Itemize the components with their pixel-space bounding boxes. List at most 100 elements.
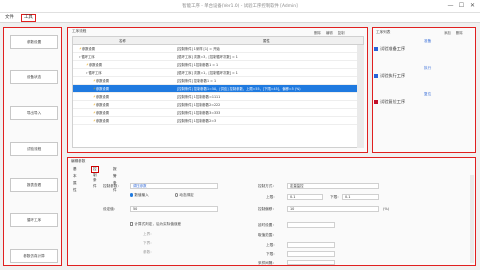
row-value: [控制条件] 1控制参数2=222 (177, 103, 221, 107)
row-name-text: 参数设置 (95, 119, 109, 123)
control-param-input[interactable]: 调压参数 (130, 183, 218, 189)
radio-icon (175, 193, 179, 197)
row-name-text: 参数设置 (95, 87, 109, 91)
menu-file[interactable]: 文件 (3, 14, 16, 22)
process-item-execute[interactable]: 试验执行工序 (374, 73, 405, 79)
menu-tools[interactable]: 工具 (21, 14, 36, 22)
delay-label: 延时设置： (258, 223, 276, 227)
sub-param-label: 参数： (143, 250, 154, 254)
lim-upper-input[interactable] (287, 242, 335, 248)
flow-toolbar: 删除 编辑 复制 (310, 30, 345, 35)
row-name: ⚡参数设置 (93, 77, 109, 85)
upper-label: 上限： (266, 195, 277, 199)
offset-input[interactable]: 10 (287, 206, 379, 212)
row-name-text: 参数设置 (95, 111, 109, 115)
process-item-prepare[interactable]: 试验准备工序 (374, 46, 405, 52)
setpoint-label: 设定值： (103, 207, 118, 211)
group-header-execute: 执行 (424, 66, 432, 70)
edit-panel-scrollbar[interactable] (470, 175, 474, 263)
row-name: ⚡参数设置 (93, 117, 109, 125)
sub-lower-label: 下界： (143, 241, 154, 245)
copy-button[interactable]: 复制 (338, 31, 345, 35)
title-bar: 智能工序 - 单台设备(Ver1.0) - 试验工序控制软件 [Admin] —… (0, 0, 480, 13)
simulation-button[interactable]: 参数仿真计算 (10, 249, 58, 263)
row-name-text: 参数设置 (81, 47, 95, 51)
item-square-icon (374, 47, 378, 51)
delete-button[interactable]: 删除 (314, 31, 321, 35)
tab-basic[interactable]: 基本属性 (72, 166, 78, 192)
mode-numeric[interactable]: 数值输入 (130, 193, 149, 198)
tab-control[interactable]: 控制条件 (91, 166, 99, 188)
table-row[interactable]: ▾ 循环工序 [循环工序] 次数=1，[控制循环次数] = 1 (73, 69, 363, 77)
range-label: 取值范围： (258, 233, 276, 237)
row-value: [控制条件] 控制参数1=50，[供应] 控制参数，上限=55，[下限=45]，… (177, 87, 301, 91)
flow-tree-grid: 名称 属性 ⚡参数设置 [控制条件] 1采样 [1] = 开始 ▾ 循环工序 [循环工… (72, 36, 364, 148)
row-name-text: 参数设置 (95, 95, 109, 99)
row-value: [控制条件] 控制参数1 = 1 (177, 79, 217, 83)
grid-scrollbar[interactable] (357, 45, 364, 148)
table-row[interactable]: ⚡参数设置 [控制条件] 控制参数1 = 1 (73, 77, 363, 85)
ctrl-mode-select[interactable]: 定量监控 (287, 183, 379, 189)
row-name: ▾ 循环工序 (86, 69, 102, 77)
import-export-button[interactable]: 导出导入 (10, 106, 58, 120)
row-name: ⚡参数设置 (93, 101, 109, 109)
offset-unit: (%) (383, 207, 390, 211)
lim-lower-input[interactable] (287, 251, 335, 257)
row-name-text: 参数设置 (95, 103, 109, 107)
col-attr-header: 属性 (263, 39, 270, 43)
formula-checkbox[interactable]: 计算式判定，后为实际值误差 (130, 222, 181, 227)
table-row[interactable]: ⚡参数设置 [控制条件] 控制参数1=50，[供应] 控制参数，上限=55，[下限… (73, 85, 363, 93)
row-name-text: 循环工序 (88, 71, 102, 75)
close-button[interactable]: ✕ (468, 2, 477, 10)
minimize-button[interactable]: — (446, 2, 455, 10)
upper-input[interactable]: 0.1 (287, 194, 323, 200)
row-name-text: 参数设置 (88, 63, 102, 67)
item-square-icon (374, 74, 378, 78)
item-square-icon (374, 100, 378, 104)
row-value: [控制条件] 1控制参数=1111 (177, 95, 221, 99)
row-name: ⚡参数设置 (93, 93, 109, 101)
offset-label: 控制偏移： (258, 207, 276, 211)
lower-input[interactable]: 0.1 (342, 194, 379, 200)
row-value: [控制条件] 1控制参数1 = 1 (177, 63, 219, 67)
param-settings-button[interactable]: 参数设置 (10, 35, 58, 49)
table-row[interactable]: ▾ 循环工序 [循环工序] 次数=3，[控制循环次数] = 1 (73, 53, 363, 61)
test-flow-button[interactable]: 试验流程 (10, 142, 58, 156)
row-value: [控制条件] 1采样 [1] = 开始 (177, 47, 220, 51)
process-item-reset[interactable]: 试验复位工序 (374, 99, 405, 105)
lower-label: 下限： (330, 195, 341, 199)
process-list-title: 工序列表 (376, 30, 391, 34)
table-row[interactable]: ⚡参数设置 [控制条件] 1控制参数1 = 1 (73, 61, 363, 69)
row-name: ⚡参数设置 (79, 45, 95, 53)
report-button[interactable]: 报表查看 (10, 178, 58, 192)
row-name: ⚡参数设置 (93, 109, 109, 117)
table-row[interactable]: ⚡参数设置 [控制条件] 1控制参数3=333 (73, 109, 363, 117)
setpoint-input[interactable]: 50 (130, 206, 218, 212)
checkbox-icon (130, 222, 134, 226)
table-row[interactable]: ⚡参数设置 [控制条件] 1控制参数2=3 (73, 117, 363, 125)
row-name-text: 循环工序 (81, 55, 95, 59)
row-name: ⚡参数设置 (93, 85, 109, 93)
add-button[interactable]: 添加 (444, 31, 451, 35)
ctrl-mode-label: 控制方式： (258, 184, 276, 188)
row-value: [控制条件] 1控制参数2=3 (177, 119, 217, 123)
menu-bar: 文件 工具 (0, 13, 480, 23)
tab-alarm[interactable]: 报警条件 (112, 166, 118, 192)
edit-panel-title: 编辑参数 (71, 159, 86, 163)
delay-input[interactable] (287, 222, 335, 228)
remove-button[interactable]: 删除 (456, 31, 463, 35)
device-status-button[interactable]: 设备状态 (10, 70, 58, 84)
group-header-reset: 复位 (424, 92, 432, 96)
row-value: [循环工序] 次数=1，[控制循环次数] = 1 (177, 71, 238, 75)
table-row[interactable]: ⚡参数设置 [控制条件] 1控制参数=1111 (73, 93, 363, 101)
loop-process-button[interactable]: 循环工序 (10, 213, 58, 227)
edit-button[interactable]: 编辑 (326, 31, 333, 35)
maximize-button[interactable]: ☐ (457, 2, 466, 10)
table-row[interactable]: ⚡参数设置 [控制条件] 1控制参数2=222 (73, 101, 363, 109)
sample-input[interactable] (287, 260, 335, 265)
row-name: ▾ 循环工序 (79, 53, 95, 61)
mode-dynamic[interactable]: 动态绑定 (175, 193, 194, 198)
table-row[interactable]: ⚡参数设置 [控制条件] 1采样 [1] = 开始 (73, 45, 363, 53)
group-header-prepare: 准备 (424, 39, 432, 43)
sample-label: 采样间隔： (258, 261, 276, 265)
